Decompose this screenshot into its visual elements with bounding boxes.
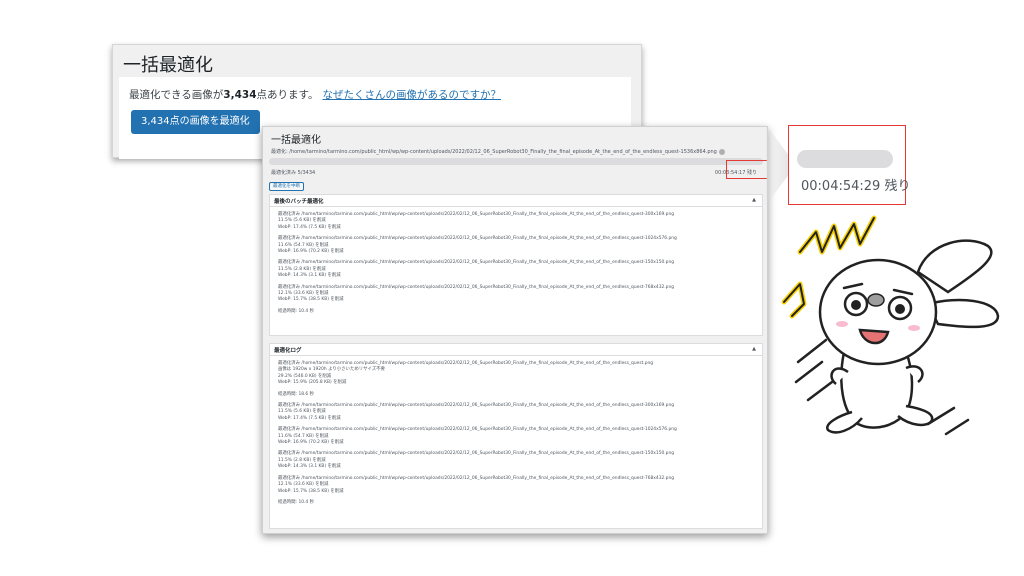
progress-title: 一括最適化 bbox=[271, 135, 321, 146]
list-item: 最適化済み /home/tarmino/tarmino.com/public_h… bbox=[278, 403, 754, 422]
list-item: 最適化済み /home/tarmino/tarmino.com/public_h… bbox=[278, 285, 754, 304]
caret-up-icon[interactable]: ▲ bbox=[752, 197, 756, 203]
remaining-time-large: 00:04:54:29 残り bbox=[801, 179, 911, 194]
entry-webp: WebP: 17.4% (7.5 KB) を削減 bbox=[278, 415, 341, 421]
elapsed-time: 経過時間: 18.6 秒 bbox=[278, 391, 315, 397]
page-title: 一括最適化 bbox=[123, 55, 213, 76]
entry-webp: WebP: 16.9% (70.2 KB) を削減 bbox=[278, 249, 344, 255]
caret-up-icon[interactable]: ▲ bbox=[752, 346, 756, 352]
zoomed-progress-bar bbox=[797, 150, 893, 168]
elapsed-time: 経過時間: 10.4 秒 bbox=[278, 499, 315, 505]
help-link[interactable]: なぜたくさんの画像があるのですか？ bbox=[322, 89, 501, 101]
entry-webp: WebP: 14.3% (3.1 KB) を削減 bbox=[278, 464, 341, 470]
optimize-log-box: 最適化ログ ▲ 最適化済み /home/tarmino/tarmino.com/… bbox=[269, 343, 763, 529]
list-item: 最適化済み /home/tarmino/tarmino.com/public_h… bbox=[278, 427, 754, 446]
current-path-text: 最適化: /home/tarmino/tarmino.com/public_ht… bbox=[271, 149, 717, 155]
list-item: 最適化済み /home/tarmino/tarmino.com/public_h… bbox=[278, 236, 754, 255]
entry-webp: WebP: 14.3% (3.1 KB) を削減 bbox=[278, 273, 341, 279]
zoom-box: 00:04:54:29 残り bbox=[788, 125, 910, 205]
entry-webp: WebP: 15.9% (205.8 KB) を削減 bbox=[278, 380, 347, 386]
entry-webp: WebP: 16.9% (70.2 KB) を削減 bbox=[278, 440, 344, 446]
list-item: 最適化済み /home/tarmino/tarmino.com/public_h… bbox=[278, 260, 754, 279]
stop-optimize-button[interactable]: 最適化を中断 bbox=[269, 182, 304, 191]
last-batch-title: 最後のバッチ最適化 bbox=[274, 199, 324, 205]
log-header[interactable]: 最適化ログ ▲ bbox=[270, 344, 762, 356]
list-item: 最適化済み /home/tarmino/tarmino.com/public_h… bbox=[278, 476, 754, 495]
list-item: 最適化済み /home/tarmino/tarmino.com/public_h… bbox=[278, 361, 754, 387]
count-text-pre: 最適化できる画像が bbox=[129, 89, 224, 101]
gear-icon bbox=[718, 148, 725, 155]
last-batch-box: 最後のバッチ最適化 ▲ 最適化済み /home/tarmino/tarmino.… bbox=[269, 194, 763, 336]
last-batch-body: 最適化済み /home/tarmino/tarmino.com/public_h… bbox=[270, 207, 762, 320]
stage: 一括最適化 最適化できる画像が3,434点あります。 なぜたくさんの画像があるので… bbox=[0, 0, 1024, 576]
elapsed-time: 経過時間: 10.4 秒 bbox=[278, 308, 315, 314]
count-text-post: 点あります。 bbox=[256, 89, 319, 101]
last-batch-header[interactable]: 最後のバッチ最適化 ▲ bbox=[270, 195, 762, 207]
entry-webp: WebP: 17.4% (7.5 KB) を削減 bbox=[278, 224, 341, 230]
log-title: 最適化ログ bbox=[274, 348, 302, 354]
progress-panel: 一括最適化 最適化: /home/tarmino/tarmino.com/pub… bbox=[262, 126, 768, 534]
list-item: 最適化済み /home/tarmino/tarmino.com/public_h… bbox=[278, 451, 754, 470]
entry-webp: WebP: 15.7% (38.5 KB) を削減 bbox=[278, 488, 344, 494]
list-item: 最適化済み /home/tarmino/tarmino.com/public_h… bbox=[278, 212, 754, 231]
image-count-text: 最適化できる画像が3,434点あります。 なぜたくさんの画像があるのですか？ bbox=[129, 87, 501, 102]
zoom-callout: 00:04:54:29 残り bbox=[766, 125, 910, 205]
current-path: 最適化: /home/tarmino/tarmino.com/public_ht… bbox=[271, 148, 725, 155]
optimize-all-button[interactable]: 3,434点の画像を最適化 bbox=[131, 110, 260, 134]
count-value: 3,434 bbox=[223, 89, 257, 101]
surprised-rabbit-illustration bbox=[781, 215, 1000, 436]
remaining-highlight-box bbox=[726, 160, 767, 179]
entry-webp: WebP: 15.7% (38.5 KB) を削減 bbox=[278, 297, 344, 303]
optimized-count: 最適化済み 5/3434 bbox=[271, 170, 316, 176]
progress-bar bbox=[269, 158, 763, 165]
log-body: 最適化済み /home/tarmino/tarmino.com/public_h… bbox=[270, 356, 762, 511]
